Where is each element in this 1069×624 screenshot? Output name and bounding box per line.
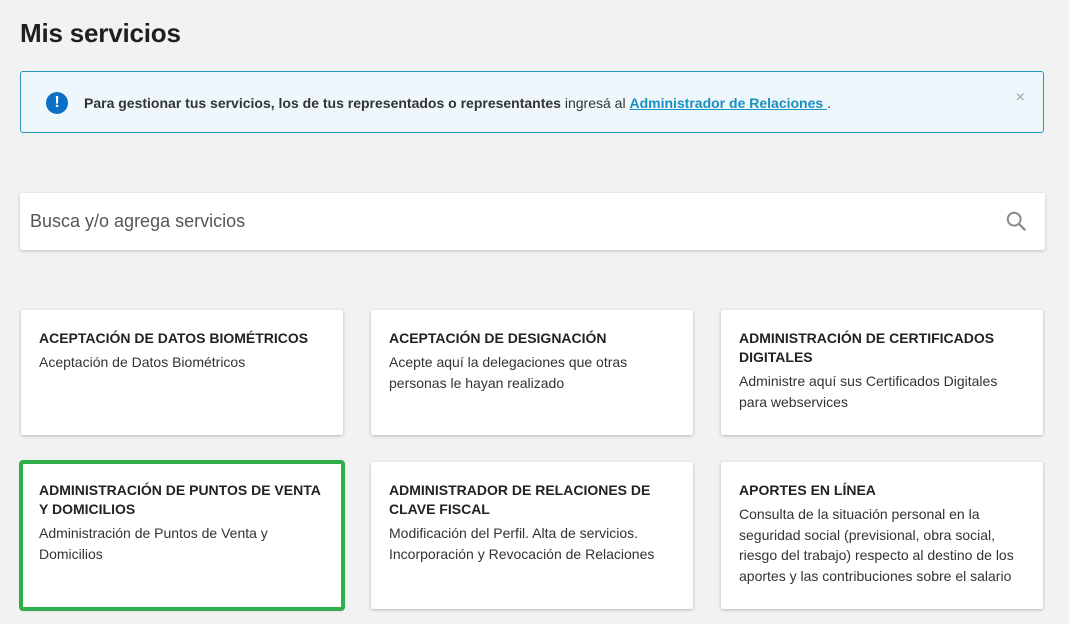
service-card-description: Administre aquí sus Certificados Digital… <box>739 373 998 410</box>
service-card-title: ACEPTACIÓN DE DATOS BIOMÉTRICOS <box>39 330 309 346</box>
page-title: Mis servicios <box>20 18 181 48</box>
administrador-relaciones-link[interactable]: Administrador de Relaciones <box>629 95 827 111</box>
service-card-description: Modificación del Perfil. Alta de servici… <box>389 525 655 562</box>
service-card-title: ACEPTACIÓN DE DESIGNACIÓN <box>389 330 607 346</box>
service-card-description: Administración de Puntos de Venta y Domi… <box>39 525 268 562</box>
service-card-puntos-de-venta[interactable]: ADMINISTRACIÓN DE PUNTOS DE VENTA Y DOMI… <box>19 460 345 611</box>
alert-normal-text: ingresá al <box>560 95 630 111</box>
info-alert: ! Para gestionar tus servicios, los de t… <box>20 71 1044 133</box>
search-icon[interactable] <box>1005 210 1027 232</box>
alert-bold-text: Para gestionar tus servicios, los de tus… <box>84 95 561 111</box>
service-card-description: Acepte aquí la delegaciones que otras pe… <box>389 354 628 391</box>
service-card-title: ADMINISTRACIÓN DE CERTIFICADOS DIGITALES <box>739 330 995 365</box>
service-card-title: ADMINISTRACIÓN DE PUNTOS DE VENTA Y DOMI… <box>39 482 321 517</box>
service-card-aceptacion-designacion[interactable]: ACEPTACIÓN DE DESIGNACIÓN Acepte aquí la… <box>371 310 693 435</box>
service-card-administrador-relaciones[interactable]: ADMINISTRADOR DE RELACIONES DE CLAVE FIS… <box>371 462 693 609</box>
service-card-aportes-en-linea[interactable]: APORTES EN LÍNEA Consulta de la situació… <box>721 462 1043 609</box>
service-card-datos-biometricos[interactable]: ACEPTACIÓN DE DATOS BIOMÉTRICOS Aceptaci… <box>21 310 343 435</box>
close-icon[interactable]: × <box>1016 90 1025 106</box>
service-card-certificados-digitales[interactable]: ADMINISTRACIÓN DE CERTIFICADOS DIGITALES… <box>721 310 1043 435</box>
service-card-description: Aceptación de Datos Biométricos <box>39 354 246 370</box>
service-card-title: APORTES EN LÍNEA <box>739 482 876 498</box>
search-box <box>20 193 1045 250</box>
service-card-description: Consulta de la situación personal en la … <box>739 506 1014 584</box>
service-card-title: ADMINISTRADOR DE RELACIONES DE CLAVE FIS… <box>389 482 651 517</box>
alert-message: Para gestionar tus servicios, los de tus… <box>84 95 831 111</box>
alert-suffix: . <box>827 95 831 111</box>
search-input[interactable] <box>20 193 980 250</box>
exclamation-circle-icon: ! <box>46 92 68 114</box>
